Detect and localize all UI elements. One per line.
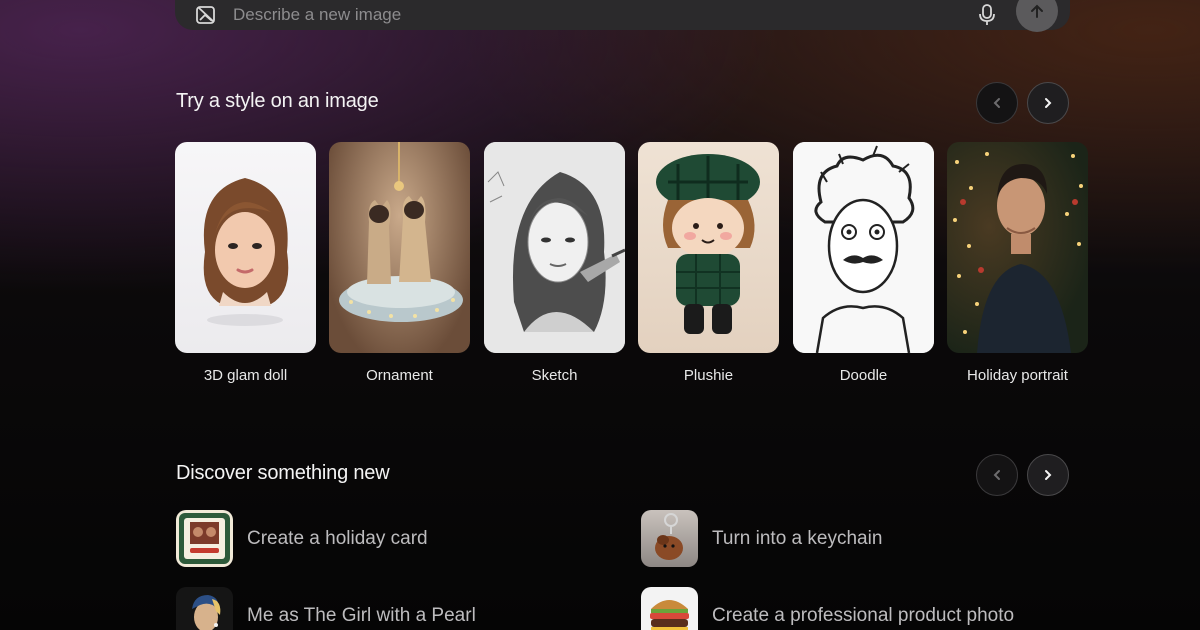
style-label: Sketch: [531, 367, 578, 384]
style-section-title: Try a style on an image: [176, 90, 379, 112]
style-card-holiday-portrait[interactable]: Holiday portrait: [947, 142, 1088, 384]
style-label: Ornament: [366, 367, 433, 384]
discover-item-girl-with-pearl[interactable]: Me as The Girl with a Pearl: [176, 587, 476, 630]
discover-item-label: Create a professional product photo: [712, 604, 1015, 626]
style-label: 3D glam doll: [203, 367, 288, 384]
style-label: Holiday portrait: [967, 367, 1068, 384]
chevron-left-icon: [993, 470, 1000, 480]
product-photo-thumb: [641, 587, 698, 630]
discover-prev-button[interactable]: [976, 454, 1018, 496]
send-button[interactable]: [1016, 0, 1058, 32]
girl-with-pearl-thumb: [176, 587, 233, 630]
style-carousel: 3D glam doll Ornament Sketch Plushie Doo…: [175, 142, 1200, 392]
style-label: Plushie: [683, 367, 734, 384]
discover-item-label: Me as The Girl with a Pearl: [247, 604, 476, 626]
arrow-up-icon: [1031, 4, 1043, 18]
holiday-card-thumb: [176, 510, 233, 567]
discover-item-label: Create a holiday card: [247, 527, 428, 549]
chevron-right-icon: [1045, 470, 1052, 480]
style-prev-button[interactable]: [976, 82, 1018, 124]
discover-next-button[interactable]: [1027, 454, 1069, 496]
prompt-input[interactable]: [233, 5, 974, 25]
style-thumb-ornament: [329, 142, 470, 353]
style-label: Doodle: [839, 367, 888, 384]
style-card-doodle[interactable]: Doodle: [793, 142, 934, 384]
image-edit-icon[interactable]: [195, 4, 217, 26]
discover-item-holiday-card[interactable]: Create a holiday card: [176, 510, 428, 567]
style-card-sketch[interactable]: Sketch: [484, 142, 625, 384]
style-next-button[interactable]: [1027, 82, 1069, 124]
style-thumb-plushie: [638, 142, 779, 353]
chevron-right-icon: [1045, 98, 1052, 108]
style-card-ornament[interactable]: Ornament: [329, 142, 470, 384]
style-card-3d-glam-doll[interactable]: 3D glam doll: [175, 142, 316, 384]
style-thumb-holiday-portrait: [947, 142, 1088, 353]
style-card-plushie[interactable]: Plushie: [638, 142, 779, 384]
discover-item-product-photo[interactable]: Create a professional product photo: [641, 587, 1014, 630]
prompt-bar: [175, 0, 1070, 32]
keychain-thumb: [641, 510, 698, 567]
discover-item-keychain[interactable]: Turn into a keychain: [641, 510, 882, 567]
style-thumb-3d-glam-doll: [175, 142, 316, 353]
discover-section-title: Discover something new: [176, 462, 390, 484]
style-thumb-sketch: [484, 142, 625, 353]
microphone-icon[interactable]: [974, 2, 1000, 28]
chevron-left-icon: [993, 98, 1000, 108]
discover-item-label: Turn into a keychain: [712, 527, 883, 549]
style-thumb-doodle: [793, 142, 934, 353]
